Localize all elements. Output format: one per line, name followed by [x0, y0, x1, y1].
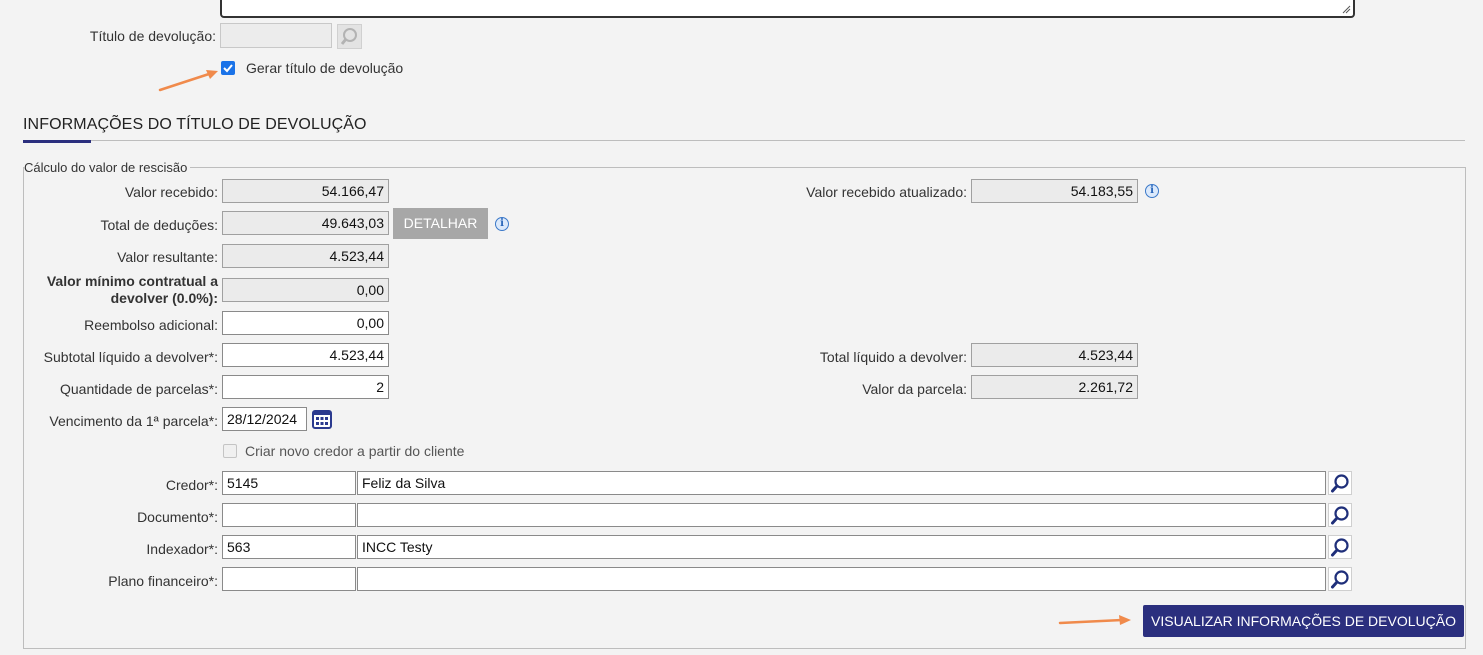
- valor-minimo-field: 0,00: [222, 278, 389, 302]
- plano-name-input[interactable]: [357, 567, 1326, 591]
- documento-code-input[interactable]: [222, 503, 356, 527]
- indexador-name-input[interactable]: INCC Testy: [357, 535, 1326, 559]
- total-deducoes-field: 49.643,03: [222, 211, 389, 235]
- titulo-search-button[interactable]: [337, 24, 362, 49]
- credor-name-input[interactable]: Feliz da Silva: [357, 471, 1326, 495]
- indexador-label: Indexador*:: [146, 541, 218, 557]
- checkmark-icon: [223, 64, 233, 73]
- info-icon[interactable]: i: [1145, 184, 1159, 198]
- plano-financeiro-label: Plano financeiro*:: [108, 573, 218, 589]
- magnifier-icon: [1331, 570, 1349, 589]
- valor-recebido-atualizado-label: Valor recebido atualizado:: [806, 184, 967, 200]
- valor-recebido-atualizado-field: 54.183,55: [971, 179, 1138, 203]
- documento-search-button[interactable]: [1328, 503, 1352, 527]
- section-divider: [23, 140, 1465, 141]
- titulo-devolucao-label: Título de devolução:: [89, 28, 216, 44]
- valor-minimo-label: Valor mínimo contratual a devolver (0.0%…: [30, 273, 218, 307]
- total-liquido-field: 4.523,44: [971, 343, 1138, 367]
- plano-code-input[interactable]: [222, 567, 356, 591]
- subtotal-label: Subtotal líquido a devolver*:: [43, 349, 218, 365]
- detalhar-button[interactable]: DETALHAR: [393, 208, 488, 239]
- documento-name-input[interactable]: [357, 503, 1326, 527]
- calendar-button[interactable]: [311, 408, 333, 430]
- magnifier-icon: [1331, 538, 1349, 557]
- qtd-parcelas-label: Quantidade de parcelas*:: [60, 381, 218, 397]
- magnifier-icon: [1331, 474, 1349, 493]
- criar-credor-checkbox[interactable]: [223, 444, 237, 458]
- section-underline: [23, 140, 91, 143]
- indexador-code-input[interactable]: 563: [222, 535, 356, 559]
- valor-minimo-label-line2: devolver (0.0%):: [110, 290, 218, 306]
- reembolso-label: Reembolso adicional:: [84, 317, 218, 333]
- credor-search-button[interactable]: [1328, 471, 1352, 495]
- magnifier-icon: [340, 28, 357, 45]
- criar-credor-label[interactable]: Criar novo credor a partir do cliente: [245, 443, 464, 459]
- info-icon[interactable]: i: [495, 217, 509, 231]
- vencimento-input[interactable]: 28/12/2024: [222, 407, 307, 431]
- visualizar-informacoes-button[interactable]: VISUALIZAR INFORMAÇÕES DE DEVOLUÇÃO: [1143, 605, 1464, 637]
- valor-parcela-field: 2.261,72: [971, 375, 1138, 399]
- documento-label: Documento*:: [137, 509, 218, 525]
- reembolso-input[interactable]: 0,00: [222, 311, 389, 335]
- resize-handle-icon[interactable]: [1341, 4, 1351, 14]
- plano-search-button[interactable]: [1328, 567, 1352, 591]
- fieldset-legend: Cálculo do valor de rescisão: [24, 160, 191, 175]
- annotation-arrow: [1058, 615, 1131, 625]
- calendar-icon: [312, 410, 332, 429]
- indexador-search-button[interactable]: [1328, 535, 1352, 559]
- magnifier-icon: [1331, 506, 1349, 525]
- section-title: INFORMAÇÕES DO TÍTULO DE DEVOLUÇÃO: [23, 116, 367, 133]
- valor-recebido-label: Valor recebido:: [124, 184, 218, 200]
- gerar-titulo-checkbox[interactable]: [221, 61, 235, 75]
- vencimento-label: Vencimento da 1ª parcela*:: [49, 413, 218, 429]
- annotation-arrow: [158, 70, 218, 92]
- notes-textarea[interactable]: [220, 0, 1355, 18]
- total-deducoes-label: Total de deduções:: [100, 217, 218, 233]
- titulo-devolucao-input[interactable]: [220, 23, 332, 48]
- total-liquido-label: Total líquido a devolver:: [819, 349, 967, 365]
- valor-resultante-field: 4.523,44: [222, 244, 389, 268]
- valor-minimo-label-line1: Valor mínimo contratual a: [46, 273, 218, 289]
- subtotal-input[interactable]: 4.523,44: [222, 343, 389, 367]
- valor-parcela-label: Valor da parcela:: [862, 381, 967, 397]
- credor-label: Credor*:: [165, 477, 218, 493]
- credor-code-input[interactable]: 5145: [222, 471, 356, 495]
- valor-resultante-label: Valor resultante:: [117, 249, 218, 265]
- gerar-titulo-label[interactable]: Gerar título de devolução: [246, 60, 403, 76]
- valor-recebido-field: 54.166,47: [222, 179, 389, 203]
- qtd-parcelas-input[interactable]: 2: [222, 375, 389, 399]
